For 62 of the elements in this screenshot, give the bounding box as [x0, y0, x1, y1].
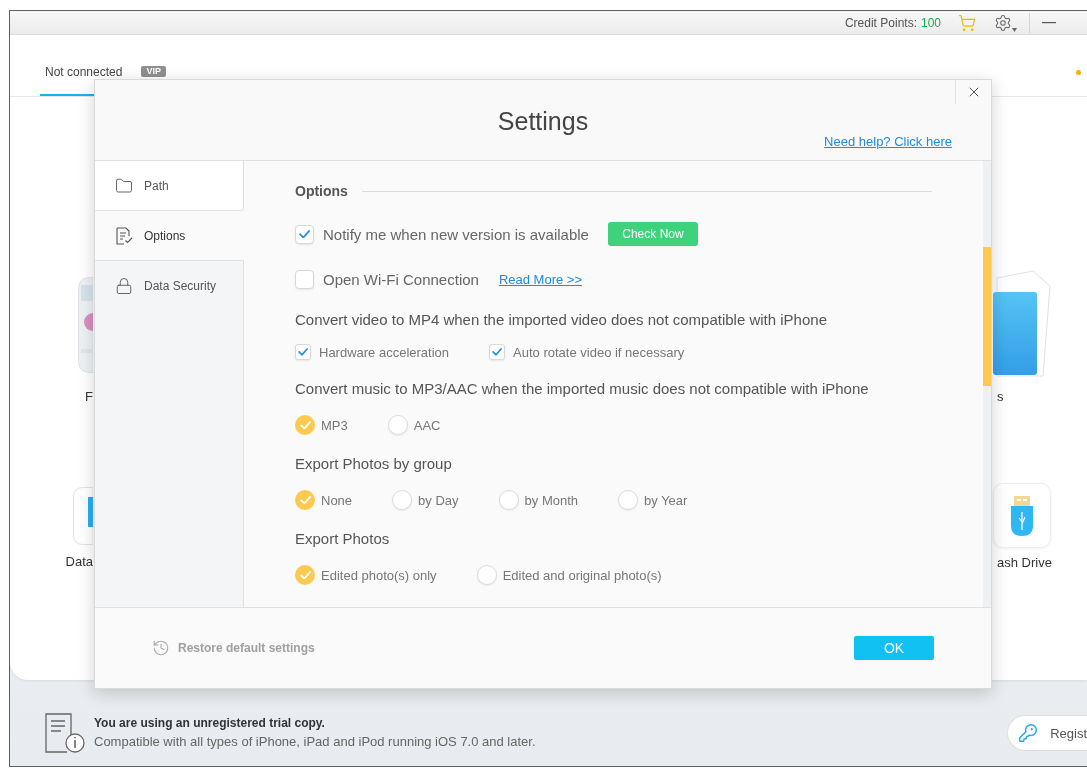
checkbox[interactable] — [295, 344, 311, 360]
tile-label: ash Drive — [996, 555, 1052, 571]
sidebar-item[interactable]: Options — [95, 211, 244, 261]
radio-label: Edited and original photo(s) — [502, 567, 662, 583]
check-icon — [298, 348, 308, 356]
checkbox-label: Open Wi-Fi Connection — [323, 270, 479, 288]
tile-label: F — [85, 389, 93, 405]
settings-icon[interactable] — [994, 13, 1017, 32]
document-check-icon — [115, 226, 133, 245]
vip-badge: VIP — [141, 66, 166, 77]
radio-button[interactable] — [295, 490, 315, 510]
radio-label: by Month — [524, 492, 579, 508]
history-icon — [152, 639, 170, 657]
tile-label: Data — [65, 554, 93, 570]
radio-button[interactable] — [387, 415, 408, 435]
option-title: Export Photos by group — [295, 454, 453, 474]
status-text: Compatible with all types of iPhone, iPad and iPod running iOS 7.0 and later. — [94, 733, 536, 751]
tile-label: s — [996, 389, 1004, 405]
section-heading: Options — [295, 183, 348, 199]
lock-icon — [115, 276, 133, 295]
checkbox[interactable] — [295, 269, 314, 289]
checkbox[interactable] — [295, 224, 314, 244]
radio-button[interactable] — [618, 490, 639, 510]
option-title: Export Photos — [295, 529, 391, 549]
checkbox[interactable] — [489, 344, 506, 360]
dialog-title: Settings — [496, 108, 590, 134]
radio-label: Edited photo(s) only — [321, 567, 437, 583]
radio-button[interactable] — [476, 565, 497, 585]
help-link[interactable]: Need help? Click here — [824, 134, 952, 149]
radio-label: AAC — [413, 417, 441, 433]
cart-icon[interactable] — [958, 13, 976, 32]
radio-label: by Year — [644, 492, 688, 508]
option-title: Convert video to MP4 when the imported video does not compatible with iPhone — [295, 310, 828, 330]
radio-button[interactable] — [295, 415, 315, 435]
check-icon — [299, 420, 311, 430]
document-info-icon — [45, 713, 85, 753]
read-more-link[interactable]: Read More >> — [498, 271, 582, 287]
checkbox-label: Notify me when new version is available — [323, 225, 589, 243]
radio-label: by Day — [418, 492, 459, 508]
status-title: You are using an unregistered trial copy. — [94, 715, 326, 731]
scrollbar-thumb[interactable] — [983, 247, 991, 386]
radio-button[interactable] — [498, 490, 519, 510]
radio-button[interactable] — [295, 565, 315, 585]
checkbox-label: Auto rotate video if necessary — [513, 344, 685, 360]
dot-icon — [1076, 70, 1081, 75]
sidebar-item[interactable]: Path — [95, 161, 244, 211]
check-icon — [492, 348, 503, 356]
key-icon — [1018, 723, 1039, 743]
usb-drive-icon — [1011, 495, 1033, 536]
folder-icon — [115, 176, 133, 195]
radio-button[interactable] — [392, 490, 413, 510]
radio-label: None — [321, 492, 353, 508]
credit-value: 100 — [920, 15, 941, 30]
radio-label: MP3 — [321, 417, 348, 433]
check-icon — [299, 229, 310, 239]
minimize-icon[interactable] — [1042, 21, 1056, 24]
check-icon — [299, 570, 311, 580]
checkbox-label: Hardware acceleration — [319, 344, 450, 360]
credit-label: Credit Points: — [844, 15, 917, 30]
check-icon — [299, 495, 311, 505]
register-button[interactable]: Regist — [1007, 715, 1087, 751]
option-title: Convert music to MP3/AAC when the imported music does not compatible with iPhone — [295, 379, 870, 399]
